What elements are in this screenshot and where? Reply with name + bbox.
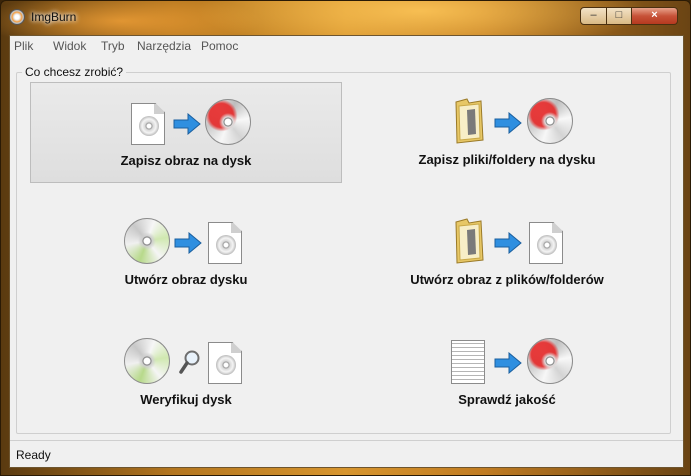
task-icons <box>351 338 663 388</box>
task-write-files-to-disc[interactable]: Zapisz pliki/foldery na dysku <box>351 82 663 183</box>
task-icons <box>30 338 342 388</box>
arrow-right-icon <box>494 232 522 254</box>
image-file-icon <box>529 222 563 264</box>
image-file-icon <box>208 342 242 384</box>
task-label: Zapisz pliki/foldery na dysku <box>418 152 596 167</box>
task-icons <box>351 98 663 148</box>
main-panel: Co chcesz zrobić? Zapisz obraz na dysk Z… <box>10 56 683 440</box>
arrow-right-icon <box>494 352 522 374</box>
task-check-quality[interactable]: Sprawdź jakość <box>351 322 663 423</box>
disc-icon <box>124 218 170 264</box>
menu-narzedzia[interactable]: Narzędzia <box>137 39 191 53</box>
client-area: Plik Widok Tryb Narzędzia Pomoc Co chces… <box>9 35 684 468</box>
close-button[interactable]: × <box>632 7 678 25</box>
menu-plik[interactable]: Plik <box>14 39 33 53</box>
task-write-image-to-disc[interactable]: Zapisz obraz na dysk <box>30 82 342 183</box>
task-label: Utwórz obraz dysku <box>124 272 248 287</box>
group-label: Co chcesz zrobić? <box>22 65 127 79</box>
menu-tryb[interactable]: Tryb <box>101 39 125 53</box>
burn-disc-icon <box>527 98 573 144</box>
task-verify-disc[interactable]: Weryfikuj dysk <box>30 322 342 423</box>
imgburn-app-icon[interactable] <box>9 9 25 25</box>
window-title: ImgBurn <box>31 10 77 24</box>
status-text: Ready <box>16 448 51 462</box>
arrow-right-icon <box>174 232 202 254</box>
task-label: Utwórz obraz z plików/folderów <box>410 272 604 287</box>
image-file-icon <box>208 222 242 264</box>
arrow-right-icon <box>494 112 522 134</box>
disc-icon <box>124 338 170 384</box>
task-label: Sprawdź jakość <box>458 392 556 407</box>
data-file-icon <box>451 340 485 384</box>
image-file-icon <box>131 103 165 145</box>
task-icons <box>351 218 663 268</box>
magnifier-icon <box>179 350 200 374</box>
menu-pomoc[interactable]: Pomoc <box>201 39 238 53</box>
burn-disc-icon <box>527 338 573 384</box>
folder-icon <box>455 218 484 264</box>
window-frame: ImgBurn – □ × Plik Widok Tryb Narzędzia … <box>0 0 691 476</box>
burn-disc-icon <box>205 99 251 145</box>
minimize-button[interactable]: – <box>580 7 607 25</box>
maximize-button[interactable]: □ <box>607 7 632 25</box>
task-label: Weryfikuj dysk <box>140 392 232 407</box>
folder-icon <box>455 98 484 144</box>
task-create-image-from-disc[interactable]: Utwórz obraz dysku <box>30 202 342 303</box>
task-create-image-from-files[interactable]: Utwórz obraz z plików/folderów <box>351 202 663 303</box>
title-bar[interactable]: ImgBurn – □ × <box>1 1 691 35</box>
task-icons <box>31 99 341 149</box>
menu-bar: Plik Widok Tryb Narzędzia Pomoc <box>10 36 683 56</box>
status-bar: Ready <box>10 440 683 467</box>
task-label: Zapisz obraz na dysk <box>120 153 252 168</box>
task-icons <box>30 218 342 268</box>
arrow-right-icon <box>173 113 201 135</box>
menu-widok[interactable]: Widok <box>53 39 86 53</box>
